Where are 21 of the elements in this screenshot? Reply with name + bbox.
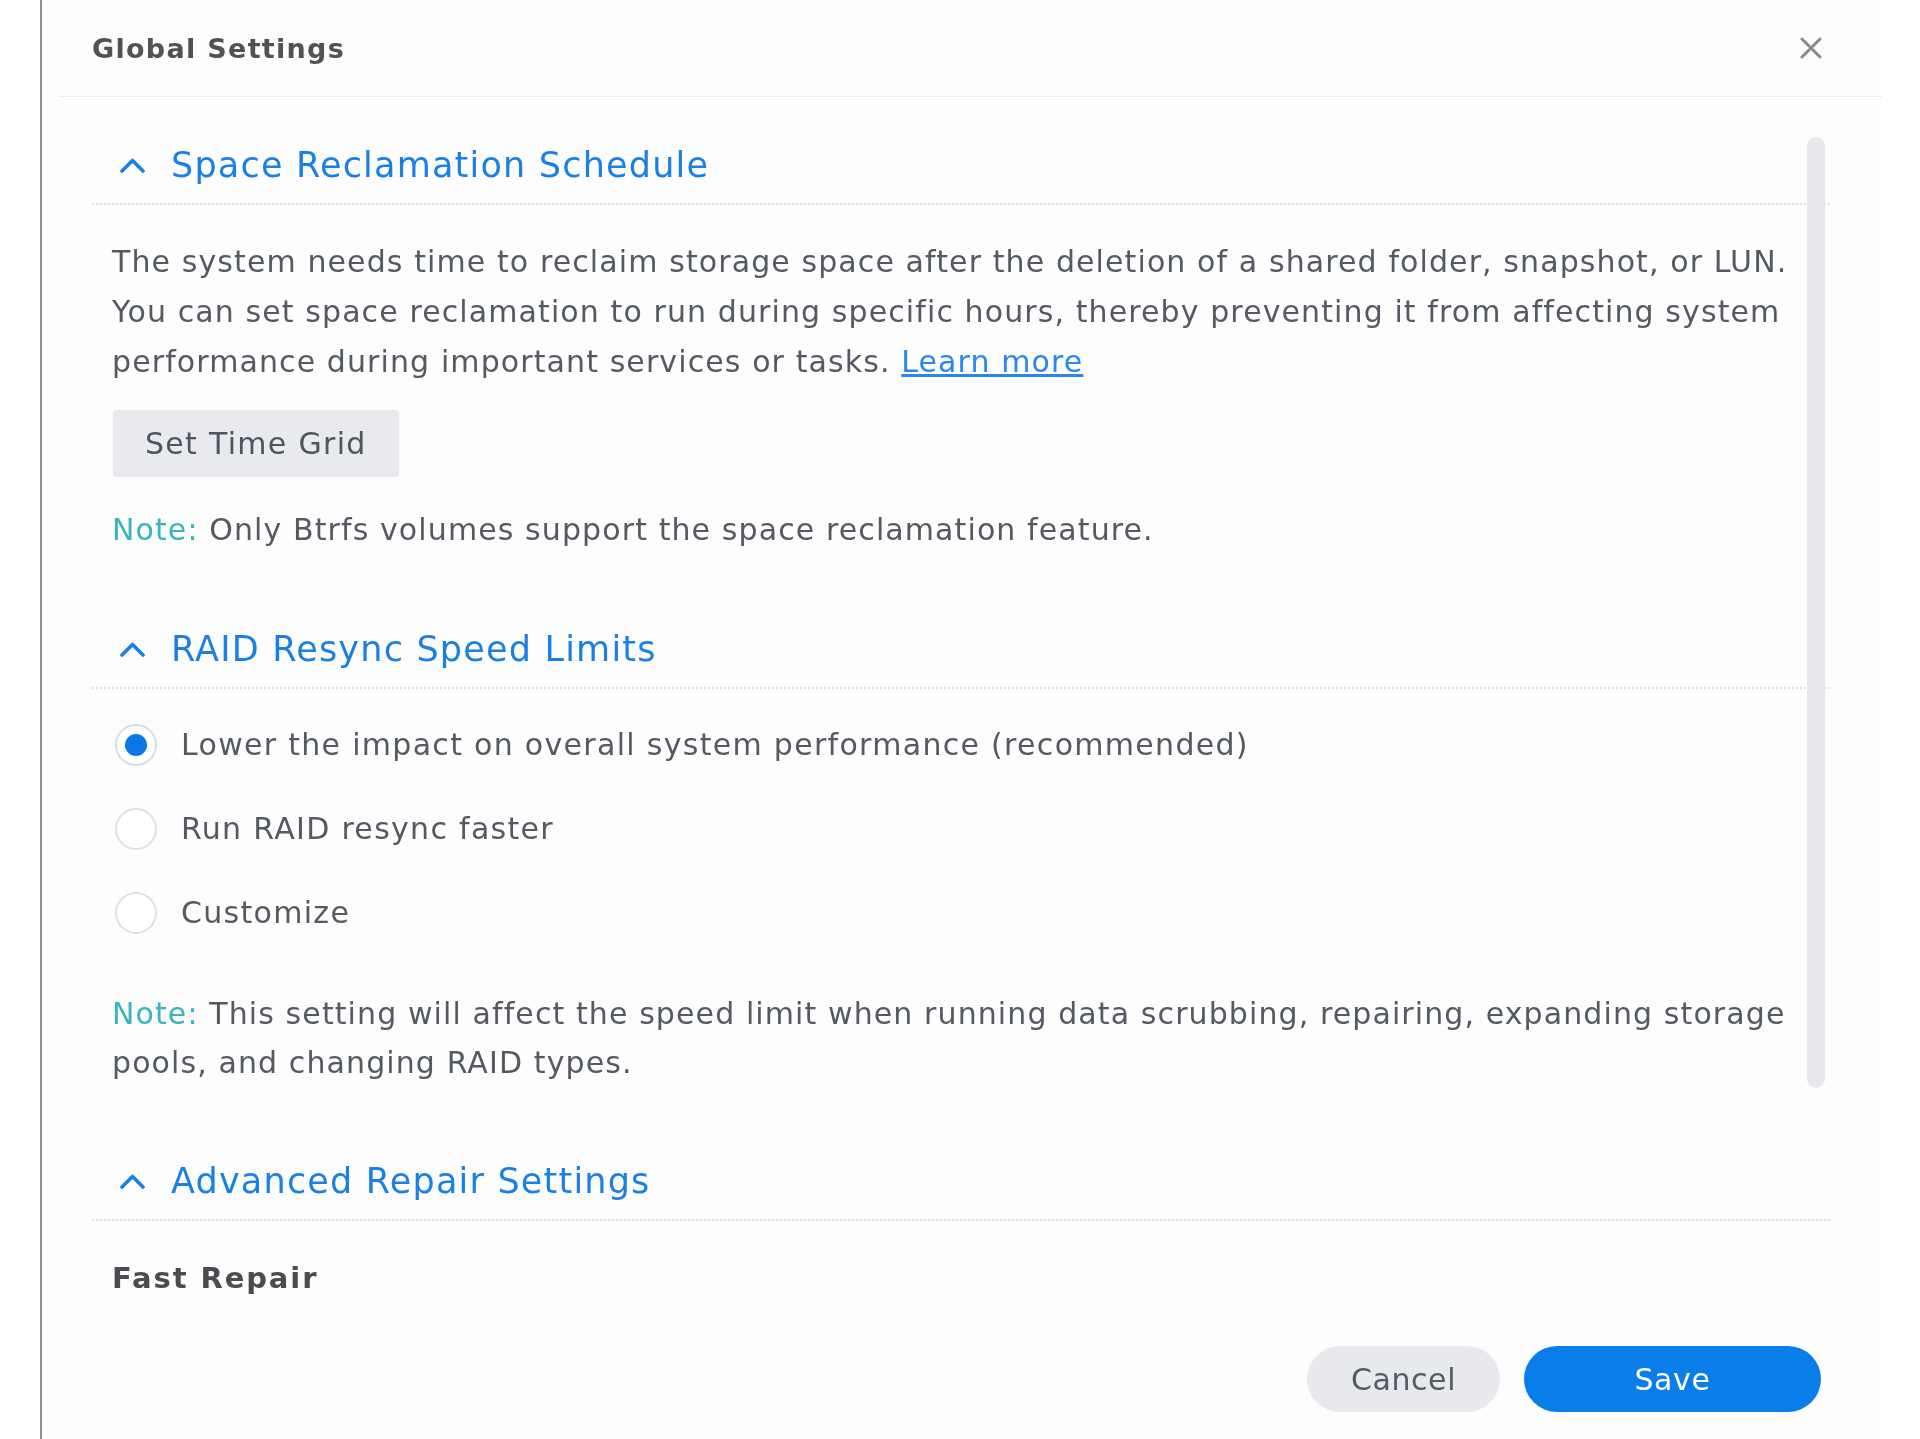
section-toggle[interactable]: Advanced Repair Settings: [120, 1161, 651, 1201]
subsection-heading: Fast Repair: [112, 1260, 320, 1297]
option-label[interactable]: Lower the impact on overall system performance (recommended): [181, 720, 1249, 770]
dialog-title: Global Settings: [92, 32, 346, 64]
close-icon: [1800, 37, 1822, 59]
close-button[interactable]: [1800, 37, 1822, 59]
section-toggle[interactable]: Space Reclamation Schedule: [120, 145, 710, 185]
note-text: Note: Only Btrfs volumes support the space reclamation feature.: [112, 511, 1155, 549]
radio-button[interactable]: [115, 892, 157, 934]
radio-button[interactable]: [115, 724, 157, 766]
scrollbar[interactable]: [1807, 137, 1825, 1088]
cancel-button[interactable]: Cancel: [1307, 1346, 1500, 1412]
radio-button[interactable]: [115, 808, 157, 850]
note-text: Note: This setting will affect the speed limit when running data scrubbing, repairing, expanding storage pools, and changing RAID types.: [112, 995, 1787, 1082]
option-label[interactable]: Customize: [181, 888, 351, 938]
set-time-grid-button[interactable]: Set Time Grid: [113, 410, 399, 477]
section-toggle[interactable]: RAID Resync Speed Limits: [120, 629, 657, 669]
option-label[interactable]: Run RAID resync faster: [181, 804, 554, 854]
save-button[interactable]: Save: [1524, 1346, 1821, 1412]
description-text: The system needs time to reclaim storage space after the deletion of a shared folder, snapshot, or LUN. You can set space reclamation to run during specific hours, thereby preventing it from affecting system performance during important services or tasks. Learn more: [112, 243, 1789, 381]
learn-more-link[interactable]: Learn more: [901, 344, 1084, 379]
